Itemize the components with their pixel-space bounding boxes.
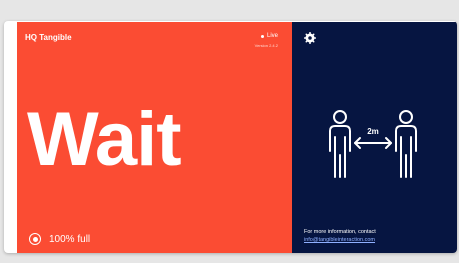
- live-label: Live: [266, 33, 278, 39]
- gear-icon[interactable]: [304, 32, 316, 44]
- display-card: HQ Tangible Live Version 2.4.2 Wait 100%…: [4, 21, 457, 253]
- version-label: Version 2.4.2: [254, 43, 278, 48]
- status-panel: HQ Tangible Live Version 2.4.2 Wait 100%…: [17, 22, 292, 253]
- contact-email-link[interactable]: info@tangibleinteraction.com: [304, 237, 375, 243]
- capacity-label: 100% full: [49, 233, 91, 245]
- status-headline: Wait: [27, 97, 182, 182]
- capacity-status: 100% full: [29, 233, 90, 245]
- target-icon: [29, 233, 41, 245]
- live-indicator: Live: [260, 33, 278, 39]
- live-dot-icon: [260, 34, 264, 38]
- distance-label: 2m: [367, 127, 379, 136]
- social-distancing-icon: 2m: [329, 110, 417, 178]
- info-text: For more information, contact: [304, 229, 376, 235]
- contact-info: For more information, contact info@tangi…: [304, 229, 376, 245]
- info-panel: 2m For more information, contact info@ta…: [292, 22, 457, 253]
- brand-title: HQ Tangible: [25, 33, 72, 42]
